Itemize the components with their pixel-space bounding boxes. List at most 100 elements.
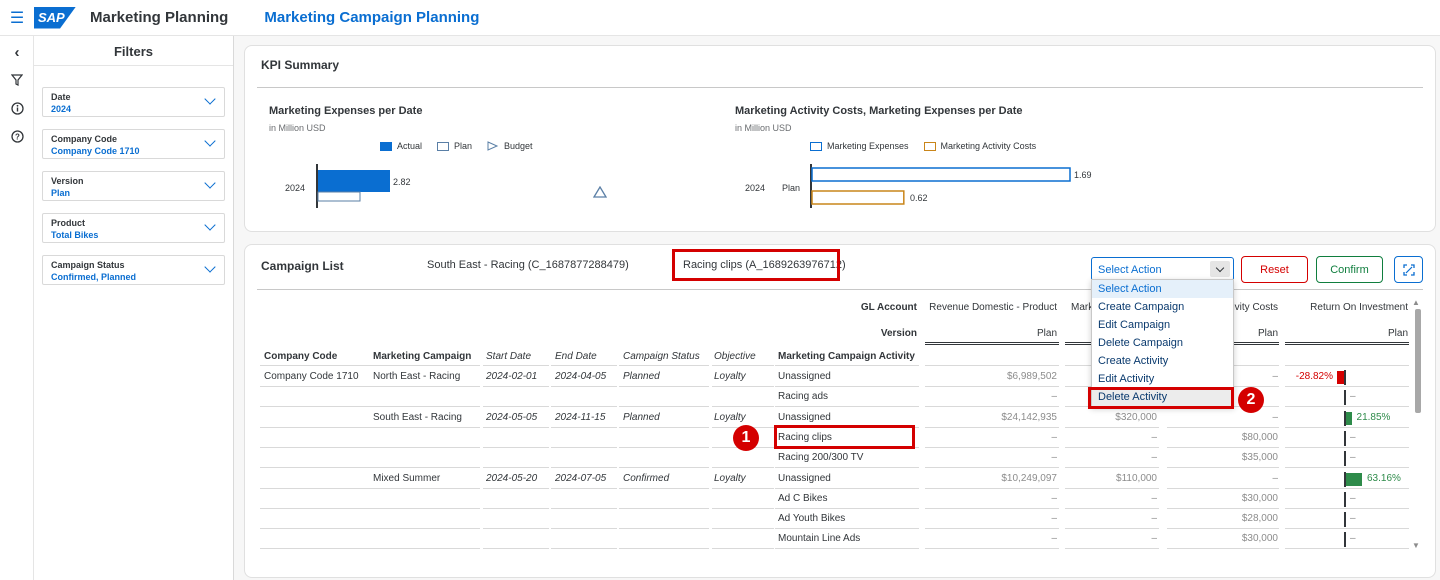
action-option[interactable]: Select Action bbox=[1092, 280, 1233, 298]
column-header[interactable]: End Date bbox=[555, 351, 615, 362]
scroll-down-icon[interactable]: ▼ bbox=[1412, 541, 1420, 550]
table-cell-campaign: South East - Racing bbox=[373, 411, 462, 423]
table-cell-rev: – bbox=[1051, 513, 1057, 525]
hamburger-icon[interactable]: ☰ bbox=[0, 0, 34, 36]
table-cell-campaign: Mixed Summer bbox=[373, 472, 441, 484]
confirm-button[interactable]: Confirm bbox=[1316, 256, 1383, 283]
row-divider bbox=[369, 365, 480, 366]
legend-swatch-actual bbox=[380, 141, 392, 151]
table-cell-mark: – bbox=[1151, 513, 1157, 525]
action-option[interactable]: Delete Campaign bbox=[1092, 334, 1233, 352]
row-divider bbox=[925, 507, 1059, 509]
chart2-plot bbox=[810, 164, 1071, 208]
roi-axis bbox=[1344, 532, 1346, 548]
row-divider bbox=[1285, 548, 1409, 550]
help-icon[interactable]: ? bbox=[0, 122, 34, 150]
gl-column: Return On Investment bbox=[1310, 302, 1408, 313]
filter-date[interactable]: Date 2024 bbox=[42, 87, 225, 117]
action-option[interactable]: Create Campaign bbox=[1092, 298, 1233, 316]
row-divider bbox=[1065, 528, 1159, 530]
row-divider bbox=[1167, 528, 1279, 530]
bar-activity-value: 0.62 bbox=[910, 193, 928, 203]
row-divider bbox=[775, 528, 919, 530]
table-cell-mark: $320,000 bbox=[1115, 411, 1157, 423]
row-divider bbox=[775, 548, 919, 550]
highlight-delete-activity bbox=[1088, 387, 1234, 409]
filter-version[interactable]: Version Plan bbox=[42, 171, 225, 201]
table-cell-roi: 63.16% bbox=[1367, 472, 1401, 484]
scrollbar[interactable] bbox=[1415, 309, 1421, 413]
table-cell-end: 2024-07-05 bbox=[555, 472, 607, 484]
chevron-down-icon[interactable] bbox=[204, 177, 216, 189]
table-cell-roi: – bbox=[1350, 431, 1356, 443]
info-icon[interactable] bbox=[0, 94, 34, 122]
filter-panel: Filters Date 2024 Company Code Company C… bbox=[34, 36, 234, 580]
chevron-down-icon[interactable] bbox=[204, 219, 216, 231]
row-divider bbox=[551, 386, 617, 387]
table-cell-objective: Loyalty bbox=[714, 371, 746, 382]
row-divider bbox=[551, 365, 617, 366]
row-divider bbox=[925, 548, 1059, 550]
action-option[interactable]: Create Activity bbox=[1092, 352, 1233, 370]
row-divider bbox=[619, 365, 709, 366]
scroll-up-icon[interactable]: ▲ bbox=[1412, 298, 1420, 307]
table-cell-cost: $35,000 bbox=[1241, 452, 1278, 464]
row-divider bbox=[712, 365, 774, 366]
column-header[interactable]: Company Code bbox=[264, 351, 364, 362]
fullscreen-button[interactable] bbox=[1394, 256, 1423, 283]
filter-value: Total Bikes bbox=[51, 230, 99, 240]
row-divider bbox=[260, 467, 370, 469]
page-title: Marketing Campaign Planning bbox=[264, 9, 480, 26]
filter-company-code[interactable]: Company Code Company Code 1710 bbox=[42, 129, 225, 159]
collapse-icon[interactable]: ‹ bbox=[0, 38, 34, 66]
table-cell-rev: – bbox=[1051, 452, 1057, 464]
row-divider bbox=[925, 365, 1059, 366]
row-divider bbox=[619, 487, 709, 489]
row-divider bbox=[775, 507, 919, 509]
row-divider bbox=[775, 386, 919, 387]
app-title: Marketing Planning bbox=[90, 9, 229, 26]
table-cell-mark: – bbox=[1151, 431, 1157, 443]
column-header[interactable]: Campaign Status bbox=[623, 351, 711, 362]
chevron-down-icon[interactable] bbox=[204, 261, 216, 273]
chevron-down-icon[interactable] bbox=[204, 93, 216, 105]
table-cell-rev: $6,989,502 bbox=[1006, 371, 1057, 382]
row-divider bbox=[260, 365, 370, 366]
table-cell-start: 2024-05-20 bbox=[486, 472, 538, 484]
table-cell-rev: – bbox=[1051, 431, 1057, 443]
selected-campaign: South East - Racing (C_1687877288479) bbox=[427, 259, 629, 271]
filter-campaign-status[interactable]: Campaign Status Confirmed, Planned bbox=[42, 255, 225, 285]
column-header[interactable]: Objective bbox=[714, 351, 774, 362]
bar-plan bbox=[317, 191, 361, 202]
filter-product[interactable]: Product Total Bikes bbox=[42, 213, 225, 243]
row-divider bbox=[483, 426, 549, 428]
chevron-down-icon[interactable] bbox=[1210, 261, 1230, 277]
select-action-dropdown[interactable]: Select Action bbox=[1091, 257, 1234, 281]
action-option[interactable]: Edit Activity bbox=[1092, 370, 1233, 388]
column-header[interactable]: Marketing Campaign bbox=[373, 351, 477, 362]
table-cell-cost: – bbox=[1272, 411, 1278, 423]
bar-actual-value: 2.82 bbox=[393, 177, 411, 187]
table-cell-roi: – bbox=[1350, 391, 1356, 403]
chevron-down-icon[interactable] bbox=[204, 135, 216, 147]
reset-button[interactable]: Reset bbox=[1241, 256, 1308, 283]
row-divider bbox=[260, 446, 370, 448]
row-divider bbox=[1167, 487, 1279, 489]
legend-label-expenses: Marketing Expenses bbox=[827, 141, 909, 151]
chart1-plot bbox=[316, 164, 390, 208]
row-divider bbox=[1167, 507, 1279, 509]
action-option[interactable]: Edit Campaign bbox=[1092, 316, 1233, 334]
row-divider bbox=[551, 487, 617, 489]
row-divider bbox=[369, 467, 480, 469]
chart1-title: Marketing Expenses per Date bbox=[269, 105, 423, 117]
table-cell-activity: Ad Youth Bikes bbox=[778, 513, 846, 525]
table-cell-activity: Ad C Bikes bbox=[778, 492, 828, 504]
column-header[interactable]: Marketing Campaign Activity bbox=[778, 351, 920, 362]
legend-label-budget: Budget bbox=[504, 141, 533, 151]
chart1-subtitle: in Million USD bbox=[269, 123, 326, 133]
row-divider bbox=[1285, 487, 1409, 489]
column-header[interactable]: Start Date bbox=[486, 351, 546, 362]
roi-axis bbox=[1344, 491, 1346, 507]
table-cell-objective: Loyalty bbox=[714, 472, 746, 484]
filter-icon[interactable] bbox=[0, 66, 34, 94]
